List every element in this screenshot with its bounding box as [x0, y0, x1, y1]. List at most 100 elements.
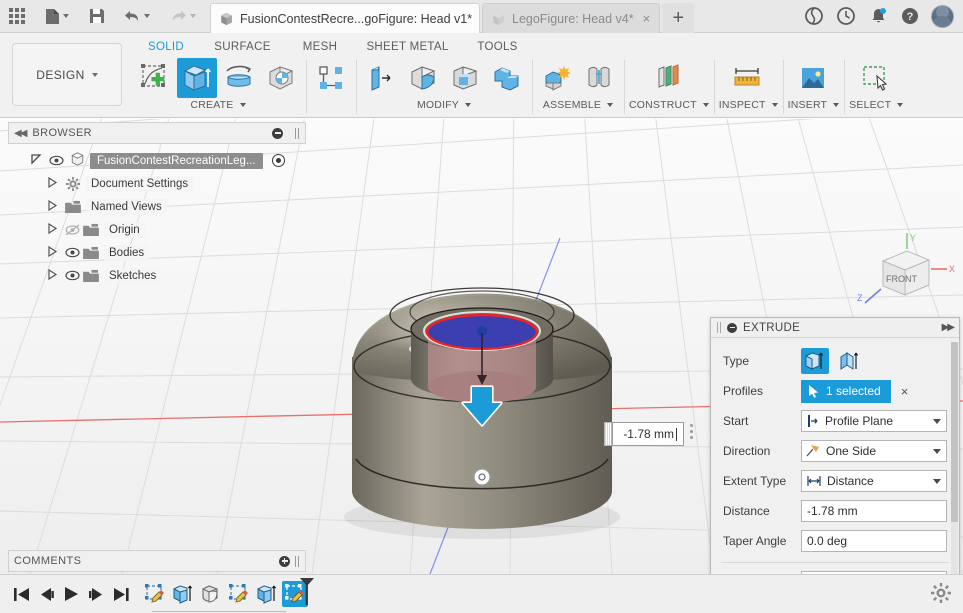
- revolve-button[interactable]: [219, 58, 259, 98]
- direction-dropdown[interactable]: One Side: [801, 440, 947, 462]
- insert-image-button[interactable]: [793, 58, 833, 98]
- expand-triangle-icon[interactable]: [30, 153, 43, 168]
- panel-insert-label[interactable]: INSERT: [788, 99, 840, 111]
- clear-selection-icon[interactable]: ×: [901, 384, 909, 399]
- joint-button[interactable]: [579, 58, 619, 98]
- minimize-dot-icon[interactable]: [727, 322, 737, 333]
- comments-panel[interactable]: COMMENTS: [8, 550, 306, 572]
- account-button[interactable]: [927, 0, 957, 33]
- expand-triangle-icon[interactable]: [46, 222, 59, 237]
- type-profile-extrude-button[interactable]: [801, 348, 829, 374]
- redo-button[interactable]: [160, 0, 206, 32]
- extrude-button[interactable]: [177, 58, 217, 98]
- expand-triangle-icon[interactable]: [46, 245, 59, 260]
- browser-item-origin[interactable]: Origin: [8, 218, 306, 241]
- tab-surface[interactable]: SURFACE: [200, 41, 285, 53]
- panel-construct-label[interactable]: CONSTRUCT: [629, 99, 709, 111]
- taper-angle-input[interactable]: 0.0 deg: [801, 530, 947, 552]
- chevron-down-icon[interactable]: [933, 448, 941, 454]
- panel-create-label[interactable]: CREATE: [190, 99, 246, 111]
- job-status-button[interactable]: [831, 0, 861, 33]
- browser-item-bodies[interactable]: Bodies: [8, 241, 306, 264]
- document-tab-inactive[interactable]: LegoFigure: Head v4* ×: [482, 3, 661, 33]
- tab-solid[interactable]: SOLID: [132, 41, 200, 53]
- browser-item-document-settings[interactable]: Document Settings: [8, 172, 306, 195]
- resize-grip[interactable]: [295, 127, 300, 139]
- press-pull-button[interactable]: [361, 58, 401, 98]
- dialog-drag-grip[interactable]: [717, 322, 721, 333]
- create-sketch-button[interactable]: [135, 58, 175, 98]
- timeline-feature-sketch-2[interactable]: [226, 581, 252, 607]
- profiles-selection-chip[interactable]: 1 selected: [801, 379, 891, 403]
- tab-sheet-metal[interactable]: SHEET METAL: [355, 41, 460, 53]
- manipulator-drag-grip[interactable]: [604, 422, 612, 446]
- tab-mesh[interactable]: MESH: [285, 41, 355, 53]
- close-icon[interactable]: ×: [643, 11, 651, 26]
- browser-header[interactable]: ◀◀ BROWSER: [8, 122, 306, 144]
- measure-button[interactable]: [728, 58, 768, 98]
- notifications-button[interactable]: [863, 0, 893, 33]
- plus-circle-icon[interactable]: [279, 555, 290, 567]
- type-edge-extrude-button[interactable]: [836, 348, 864, 374]
- step-back-button[interactable]: [35, 582, 57, 606]
- timeline-settings-gear-icon[interactable]: [931, 583, 951, 603]
- dialog-scrollbar[interactable]: [951, 342, 958, 574]
- new-file-button[interactable]: [34, 0, 80, 32]
- timeline-feature-extrude-2[interactable]: [254, 581, 280, 607]
- sweep-button[interactable]: [261, 58, 301, 98]
- timeline-feature-sketch-active[interactable]: [282, 578, 314, 607]
- save-button[interactable]: [80, 0, 114, 32]
- extension-button[interactable]: [799, 0, 829, 33]
- step-forward-button[interactable]: [85, 582, 107, 606]
- workspace-switcher-button[interactable]: DESIGN: [12, 43, 122, 106]
- visibility-eye-icon[interactable]: [64, 247, 81, 258]
- distance-input[interactable]: -1.78 mm: [801, 500, 947, 522]
- document-tab-active[interactable]: FusionContestRecre...goFigure: Head v1* …: [210, 3, 489, 33]
- extent-type-dropdown[interactable]: Distance: [801, 470, 947, 492]
- chevron-down-icon[interactable]: [933, 478, 941, 484]
- activate-component-radio[interactable]: [271, 154, 285, 167]
- visibility-eye-icon[interactable]: [48, 155, 65, 166]
- visibility-eye-icon[interactable]: [64, 270, 81, 281]
- new-tab-button[interactable]: +: [662, 3, 695, 33]
- manipulator-options-handle[interactable]: [690, 424, 693, 439]
- timeline-feature-extrude-1[interactable]: [170, 581, 196, 607]
- 3d-viewport[interactable]: FRONT Y X Z -1.78 mm ◀◀ BROWSER FusionCo…: [0, 119, 963, 574]
- shell-button[interactable]: [445, 58, 485, 98]
- select-window-button[interactable]: [856, 58, 896, 98]
- panel-modify-label[interactable]: MODIFY: [417, 99, 472, 111]
- minimize-icon[interactable]: [272, 127, 283, 139]
- go-to-start-button[interactable]: [10, 582, 32, 606]
- play-button[interactable]: [60, 582, 82, 606]
- chevron-down-icon[interactable]: [933, 418, 941, 424]
- browser-item-named-views[interactable]: Named Views: [8, 195, 306, 218]
- expand-triangle-icon[interactable]: [46, 199, 59, 214]
- expand-triangle-icon[interactable]: [46, 176, 59, 191]
- manipulator-distance-input[interactable]: -1.78 mm: [612, 422, 684, 446]
- browser-item-root[interactable]: FusionContestRecreationLeg...: [8, 149, 306, 172]
- apps-grid-button[interactable]: [0, 0, 34, 32]
- timeline-feature-sketch-1[interactable]: [142, 581, 168, 607]
- panel-select-label[interactable]: SELECT: [849, 99, 904, 111]
- mesh-node-button[interactable]: [311, 58, 351, 98]
- undo-button[interactable]: [114, 0, 160, 32]
- visibility-eye-off-icon[interactable]: [64, 223, 81, 236]
- new-component-button[interactable]: [537, 58, 577, 98]
- expand-triangle-icon[interactable]: [46, 268, 59, 283]
- resize-grip[interactable]: [295, 555, 300, 567]
- timeline-marker-icon[interactable]: [299, 577, 315, 605]
- timeline-feature-fillet[interactable]: [198, 581, 224, 607]
- double-left-arrow-icon[interactable]: ◀◀: [14, 128, 27, 139]
- offset-plane-button[interactable]: [649, 58, 689, 98]
- combine-button[interactable]: [487, 58, 527, 98]
- panel-inspect-label[interactable]: INSPECT: [719, 99, 778, 111]
- extrude-dialog-titlebar[interactable]: EXTRUDE ▶▶: [711, 318, 959, 338]
- expand-arrows-icon[interactable]: ▶▶: [942, 322, 955, 333]
- go-to-end-button[interactable]: [110, 582, 132, 606]
- fillet-button[interactable]: [403, 58, 443, 98]
- help-button[interactable]: ?: [895, 0, 925, 33]
- start-dropdown[interactable]: Profile Plane: [801, 410, 947, 432]
- tab-tools[interactable]: TOOLS: [460, 41, 535, 53]
- browser-item-sketches[interactable]: Sketches: [8, 264, 306, 287]
- panel-assemble-label[interactable]: ASSEMBLE: [543, 99, 614, 111]
